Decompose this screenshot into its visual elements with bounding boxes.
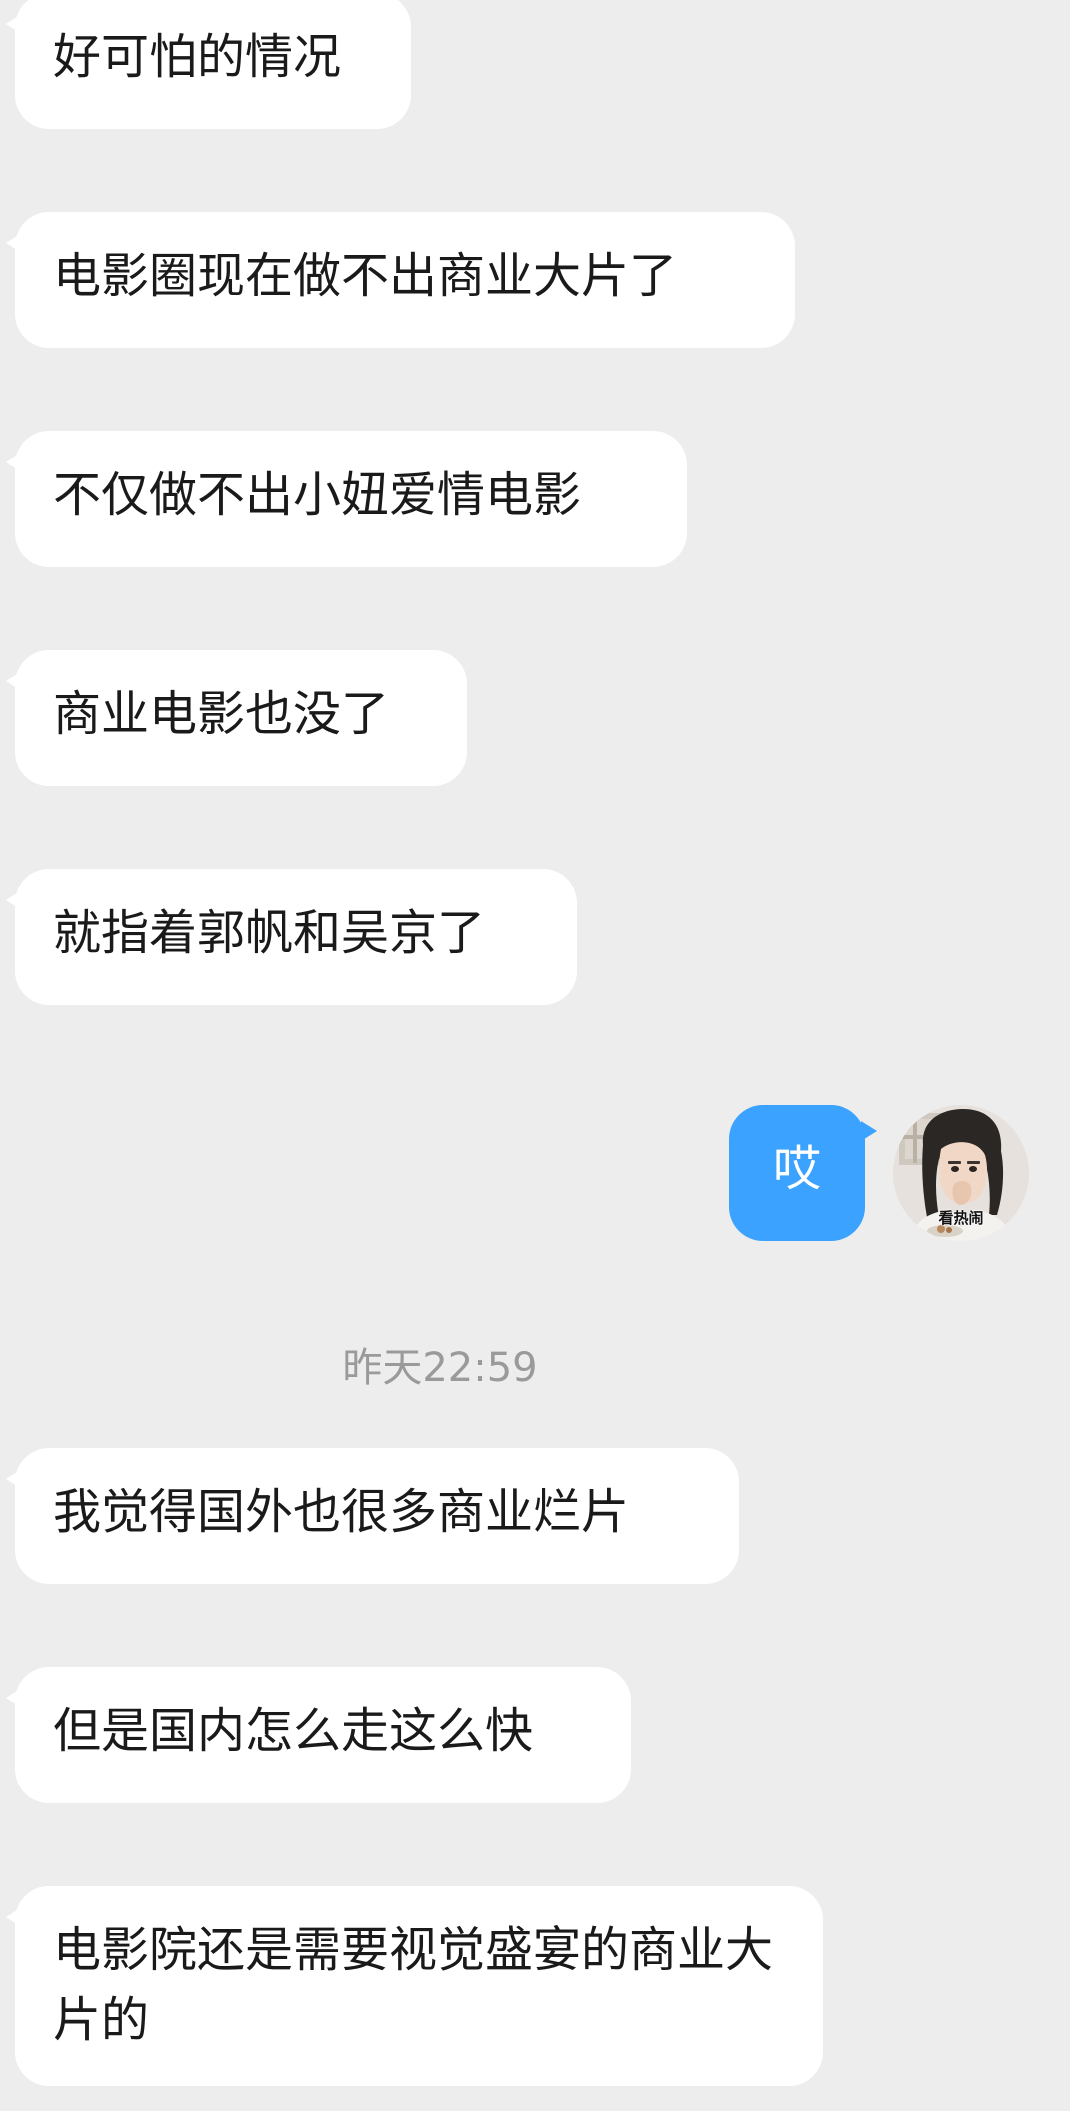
- message-text: 但是国内怎么走这么快: [53, 1703, 534, 1759]
- message-bubble[interactable]: 好可怕的情况: [6, 0, 411, 129]
- message-bubble[interactable]: 我觉得国外也很多商业烂片: [6, 1448, 739, 1584]
- message-bubble[interactable]: 不仅做不出小妞爱情电影: [6, 431, 687, 567]
- message-text: 我觉得国外也很多商业烂片: [53, 1484, 630, 1540]
- message-bubble[interactable]: 就指着郭帆和吴京了: [6, 869, 577, 1005]
- avatar-caption: 看热闹: [938, 1209, 984, 1227]
- message-text: 电影院还是需要视觉盛宴的商业大片的: [53, 1922, 774, 2048]
- user-avatar[interactable]: 看热闹: [893, 1105, 1029, 1241]
- message-bubble[interactable]: 但是国内怎么走这么快: [6, 1667, 631, 1803]
- timestamp: 昨天22:59: [342, 1345, 538, 1391]
- message-bubble[interactable]: 电影圈现在做不出商业大片了: [6, 212, 795, 348]
- message-text: 好可怕的情况: [53, 29, 342, 85]
- message-bubble[interactable]: 商业电影也没了: [6, 650, 467, 786]
- message-bubble-outgoing[interactable]: 哎: [729, 1105, 877, 1241]
- message-text: 不仅做不出小妞爱情电影: [53, 467, 582, 523]
- message-text: 就指着郭帆和吴京了: [53, 905, 486, 961]
- message-text: 电影圈现在做不出商业大片了: [53, 248, 678, 304]
- message-text: 商业电影也没了: [53, 686, 390, 742]
- message-bubble[interactable]: 电影院还是需要视觉盛宴的商业大片的: [6, 1886, 823, 2086]
- message-text: 哎: [772, 1141, 821, 1197]
